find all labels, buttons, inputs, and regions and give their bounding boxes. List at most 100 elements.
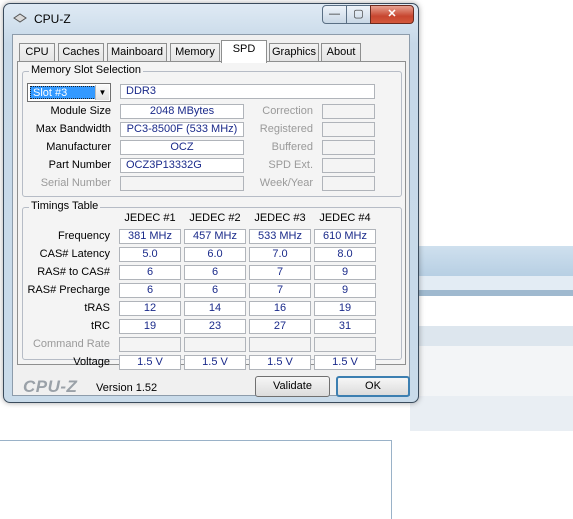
title-bar[interactable]: CPU-Z — ▢ ✕ — [4, 4, 418, 32]
buffered-value — [322, 140, 375, 155]
background-window-strip — [410, 326, 573, 346]
timing-cell: 610 MHz — [314, 229, 376, 244]
timing-cell: 16 — [249, 301, 311, 316]
timing-cell: 7.0 — [249, 247, 311, 262]
background-panel — [0, 440, 392, 519]
slot-dropdown-value: Slot #3 — [30, 86, 102, 99]
timing-cell: 19 — [119, 319, 181, 334]
background-window-strip — [410, 396, 573, 431]
timing-cell: 23 — [184, 319, 246, 334]
timing-cell — [184, 337, 246, 352]
timing-cell: 1.5 V — [184, 355, 246, 370]
max-bandwidth-label: Max Bandwidth — [35, 123, 111, 135]
timing-cell: 6 — [184, 265, 246, 280]
correction-value — [322, 104, 375, 119]
timing-cell: 14 — [184, 301, 246, 316]
tras-label: tRAS — [84, 302, 110, 314]
timings-table-group: Timings Table JEDEC #1 JEDEC #2 JEDEC #3… — [22, 200, 402, 370]
minimize-button[interactable]: — — [322, 5, 347, 24]
registered-label: Registered — [259, 123, 313, 135]
minimize-icon: — — [329, 8, 340, 20]
timing-cell: 12 — [119, 301, 181, 316]
voltage-label: Voltage — [73, 356, 110, 368]
cas-latency-label: CAS# Latency — [39, 248, 110, 260]
timing-cell: 6 — [119, 283, 181, 298]
tab-cpu[interactable]: CPU — [19, 43, 55, 62]
timing-cell: 457 MHz — [184, 229, 246, 244]
memory-type-value: DDR3 — [120, 84, 375, 99]
tab-graphics[interactable]: Graphics — [269, 43, 319, 62]
frequency-label: Frequency — [58, 230, 110, 242]
registered-value — [322, 122, 375, 137]
command-rate-label: Command Rate — [32, 338, 110, 350]
ok-button[interactable]: OK — [336, 376, 410, 397]
week-year-label: Week/Year — [259, 177, 313, 189]
timing-cell: 1.5 V — [314, 355, 376, 370]
memory-slot-selection-group: Memory Slot Selection Slot #3 ▼ DDR3 Mod… — [22, 64, 402, 197]
timing-cell: 8.0 — [314, 247, 376, 262]
column-header: JEDEC #3 — [254, 212, 306, 224]
maximize-button[interactable]: ▢ — [346, 5, 371, 24]
timing-cell: 381 MHz — [119, 229, 181, 244]
max-bandwidth-value: PC3-8500F (533 MHz) — [120, 122, 244, 137]
timing-cell: 6 — [184, 283, 246, 298]
tab-mainboard[interactable]: Mainboard — [107, 43, 167, 62]
timing-cell: 1.5 V — [249, 355, 311, 370]
timing-cell — [119, 337, 181, 352]
timing-cell — [314, 337, 376, 352]
cpuz-logo: CPU-Z — [23, 377, 78, 396]
tab-caches[interactable]: Caches — [58, 43, 104, 62]
ras-to-cas-label: RAS# to CAS# — [37, 266, 110, 278]
memory-slot-selection-label: Memory Slot Selection — [29, 64, 144, 76]
timing-cell: 27 — [249, 319, 311, 334]
buffered-label: Buffered — [271, 141, 313, 153]
close-button[interactable]: ✕ — [370, 5, 414, 24]
column-header: JEDEC #2 — [189, 212, 241, 224]
module-size-value: 2048 MBytes — [120, 104, 244, 119]
timings-table-label: Timings Table — [29, 200, 101, 212]
serial-number-label: Serial Number — [40, 177, 111, 189]
dropdown-arrow-icon[interactable]: ▼ — [95, 85, 109, 100]
timing-cell: 1.5 V — [119, 355, 181, 370]
tab-memory[interactable]: Memory — [170, 43, 220, 62]
desktop-background — [416, 0, 573, 245]
cpuz-app-icon — [13, 13, 27, 23]
validate-button[interactable]: Validate — [255, 376, 330, 397]
timing-cell: 19 — [314, 301, 376, 316]
timing-cell: 31 — [314, 319, 376, 334]
column-header: JEDEC #1 — [124, 212, 176, 224]
serial-number-value — [120, 176, 244, 191]
timing-cell: 7 — [249, 283, 311, 298]
spd-ext-value — [322, 158, 375, 173]
trc-label: tRC — [91, 320, 110, 332]
client-area: CPU Caches Mainboard Memory SPD Graphics… — [12, 34, 410, 397]
timing-cell: 6 — [119, 265, 181, 280]
week-year-value — [322, 176, 375, 191]
correction-label: Correction — [262, 105, 313, 117]
column-header: JEDEC #4 — [319, 212, 371, 224]
window-title: CPU-Z — [34, 12, 71, 26]
part-number-label: Part Number — [48, 159, 111, 171]
background-window-strip — [410, 346, 573, 396]
background-window-strip — [410, 296, 573, 326]
timing-cell: 6.0 — [184, 247, 246, 262]
spd-ext-label: SPD Ext. — [268, 159, 313, 171]
tab-spd[interactable]: SPD — [221, 40, 267, 63]
part-number-value: OCZ3P13332G — [120, 158, 244, 173]
background-window-strip — [410, 246, 573, 276]
tab-about[interactable]: About — [321, 43, 361, 62]
timing-cell: 7 — [249, 265, 311, 280]
module-size-label: Module Size — [50, 105, 111, 117]
ras-precharge-label: RAS# Precharge — [27, 284, 110, 296]
close-icon: ✕ — [387, 8, 397, 20]
version-label: Version 1.52 — [96, 382, 158, 394]
slot-dropdown[interactable]: Slot #3 ▼ — [27, 83, 111, 102]
manufacturer-value: OCZ — [120, 140, 244, 155]
cpuz-window: CPU-Z — ▢ ✕ CPU Caches Mainboard Memory … — [3, 3, 419, 403]
maximize-icon: ▢ — [353, 8, 364, 20]
timing-cell: 5.0 — [119, 247, 181, 262]
background-window-strip — [410, 276, 573, 290]
timing-cell: 533 MHz — [249, 229, 311, 244]
timing-cell: 9 — [314, 265, 376, 280]
timing-cell — [249, 337, 311, 352]
